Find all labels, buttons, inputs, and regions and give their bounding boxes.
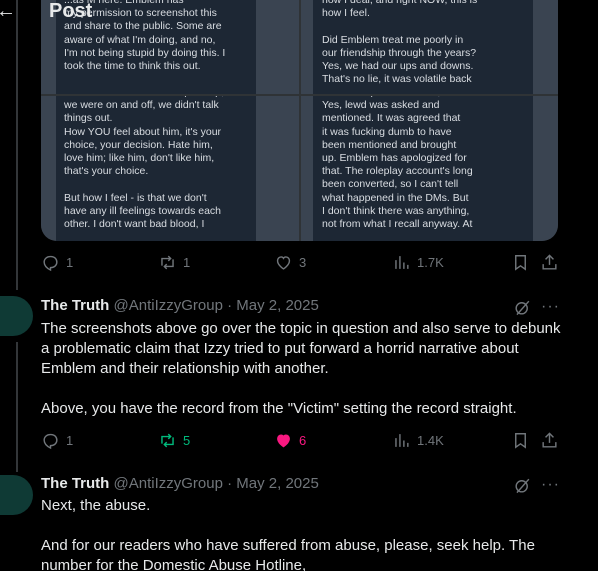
repost-count: 5 xyxy=(183,433,191,448)
page-title: Post xyxy=(49,0,93,22)
like-button[interactable]: 3 xyxy=(274,253,306,272)
repost-count: 1 xyxy=(183,255,191,270)
tweet-paragraph: The screenshots above go over the topic … xyxy=(41,320,561,377)
avatar[interactable] xyxy=(0,475,33,515)
view-count: 1.7K xyxy=(417,255,444,270)
like-button[interactable]: 6 xyxy=(274,431,306,450)
like-count: 3 xyxy=(299,255,307,270)
like-count: 6 xyxy=(299,433,307,448)
display-name[interactable]: The Truth xyxy=(41,297,109,314)
repost-button[interactable]: 5 xyxy=(158,431,190,450)
thread-line xyxy=(16,0,18,290)
grok-button[interactable] xyxy=(513,298,532,317)
more-options-icon[interactable]: ··· xyxy=(541,298,560,316)
bookmark-icon xyxy=(515,255,526,271)
share-button[interactable] xyxy=(540,253,559,272)
repost-button[interactable]: 1 xyxy=(158,253,190,272)
screenshot-text: because of stressors that piled up, we w… xyxy=(64,96,224,231)
reply-button[interactable]: 1 xyxy=(41,431,73,450)
tweet-header: The Truth @AntiIzzyGroup · May 2, 2025 xyxy=(41,475,319,492)
handle-and-date[interactable]: @AntiIzzyGroup · May 2, 2025 xyxy=(114,297,319,314)
media-image-4[interactable]: To note important factors, Yes, lewd was… xyxy=(301,96,558,241)
heart-icon xyxy=(276,256,291,270)
reply-icon xyxy=(43,433,58,450)
thread-line xyxy=(16,342,18,472)
views-button[interactable]: 1.4K xyxy=(392,431,444,450)
tweet-header: The Truth @AntiIzzyGroup · May 2, 2025 xyxy=(41,297,319,314)
post-actions: 1 5 6 1.4K xyxy=(41,431,558,455)
grok-button[interactable] xyxy=(513,476,532,495)
post-actions: 1 1 3 1.7K xyxy=(41,253,558,277)
tweet-text: The screenshots above go over the topic … xyxy=(41,319,561,419)
repost-icon xyxy=(161,255,174,270)
display-name[interactable]: The Truth xyxy=(41,475,109,492)
analytics-icon xyxy=(395,434,409,447)
more-options-icon[interactable]: ··· xyxy=(541,476,560,494)
bookmark-button[interactable] xyxy=(511,253,530,272)
views-button[interactable]: 1.7K xyxy=(392,253,444,272)
tweet-paragraph: Above, you have the record from the "Vic… xyxy=(41,400,517,417)
avatar[interactable] xyxy=(0,296,33,336)
heart-filled-icon xyxy=(277,434,290,448)
repost-icon xyxy=(161,433,174,448)
back-arrow-icon[interactable]: ← xyxy=(0,0,16,23)
reply-count: 1 xyxy=(66,255,74,270)
tweet-paragraph: Next, the abuse. xyxy=(41,497,151,514)
tweet-text: Next, the abuse. And for our readers who… xyxy=(41,496,561,571)
bookmark-icon xyxy=(515,433,526,449)
view-count: 1.4K xyxy=(417,433,444,448)
share-icon xyxy=(542,254,557,270)
reply-button[interactable]: 1 xyxy=(41,253,73,272)
bookmark-button[interactable] xyxy=(511,431,530,450)
screenshot-text: To note important factors, Yes, lewd was… xyxy=(322,96,473,231)
reply-count: 1 xyxy=(66,433,74,448)
analytics-icon xyxy=(395,256,409,269)
handle-and-date[interactable]: @AntiIzzyGroup · May 2, 2025 xyxy=(114,475,319,492)
media-grid[interactable]: ...as M here. Emblem has my permission t… xyxy=(41,0,558,241)
grok-icon xyxy=(515,300,530,316)
share-button[interactable] xyxy=(540,431,559,450)
reply-icon xyxy=(43,255,58,272)
share-icon xyxy=(542,432,557,448)
top-bar: ← Post xyxy=(0,0,598,26)
grok-icon xyxy=(515,478,530,494)
media-image-3[interactable]: because of stressors that piled up, we w… xyxy=(41,96,299,241)
tweet-paragraph: And for our readers who have suffered fr… xyxy=(41,537,535,571)
